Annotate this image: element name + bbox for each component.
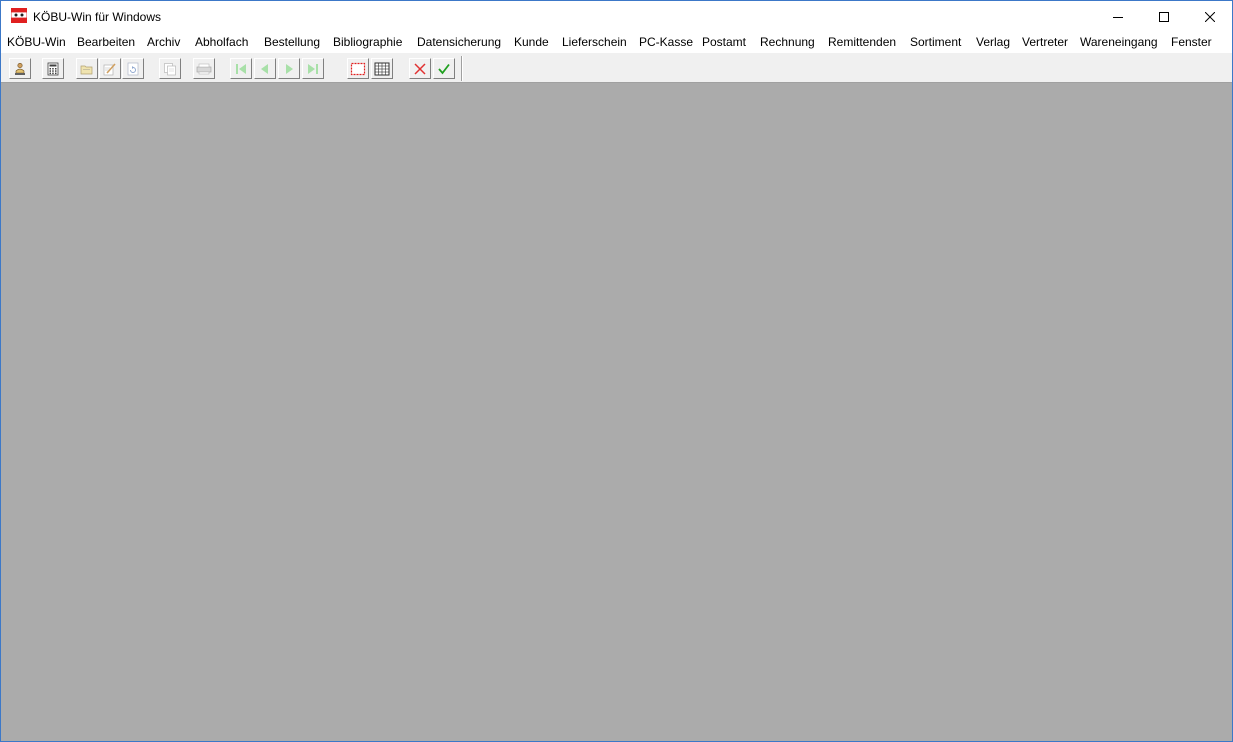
- cancel-icon: [414, 62, 426, 75]
- open-folder-icon: [80, 65, 93, 74]
- select-frame-button[interactable]: [347, 58, 369, 79]
- grid-icon: [374, 62, 390, 75]
- maximize-button[interactable]: [1141, 1, 1187, 32]
- confirm-icon: [438, 63, 450, 74]
- app-window: KÖBU-Win für Windows KÖBU-Win Bearbeiten…: [0, 0, 1233, 742]
- menu-lieferschein[interactable]: Lieferschein: [562, 34, 627, 50]
- window-title: KÖBU-Win für Windows: [33, 10, 162, 24]
- menu-pc-kasse[interactable]: PC-Kasse: [639, 34, 693, 50]
- menu-rechnung[interactable]: Rechnung: [760, 34, 815, 50]
- refresh-button[interactable]: [122, 58, 144, 79]
- print-button[interactable]: [193, 58, 215, 79]
- grid-button[interactable]: [371, 58, 393, 79]
- copy-button[interactable]: [159, 58, 181, 79]
- user-icon: [15, 62, 25, 75]
- user-button[interactable]: [9, 58, 31, 79]
- copy-icon: [164, 62, 176, 75]
- close-icon: [1205, 11, 1215, 22]
- calculator-icon: [47, 62, 59, 75]
- title-bar[interactable]: KÖBU-Win für Windows: [1, 1, 1232, 32]
- first-record-button[interactable]: [230, 58, 252, 79]
- menu-bearbeiten[interactable]: Bearbeiten: [77, 34, 135, 50]
- menu-bibliographie[interactable]: Bibliographie: [333, 34, 402, 50]
- menu-abholfach[interactable]: Abholfach: [195, 34, 248, 50]
- menu-datensicherung[interactable]: Datensicherung: [417, 34, 501, 50]
- edit-button[interactable]: [99, 58, 121, 79]
- menu-vertreter[interactable]: Vertreter: [1022, 34, 1068, 50]
- menu-remittenden[interactable]: Remittenden: [828, 34, 896, 50]
- minimize-button[interactable]: [1095, 1, 1141, 32]
- menu-postamt[interactable]: Postamt: [702, 34, 746, 50]
- app-logo-icon[interactable]: [10, 8, 28, 23]
- menu-fenster[interactable]: Fenster: [1171, 34, 1212, 50]
- first-record-icon: [236, 63, 246, 74]
- open-button[interactable]: [76, 58, 98, 79]
- select-frame-icon: [350, 62, 366, 75]
- calculator-button[interactable]: [42, 58, 64, 79]
- maximize-icon: [1159, 11, 1169, 22]
- last-record-icon: [308, 63, 318, 74]
- menu-wareneingang[interactable]: Wareneingang: [1080, 34, 1158, 50]
- last-record-button[interactable]: [302, 58, 324, 79]
- menu-bar: KÖBU-Win Bearbeiten Archiv Abholfach Bes…: [1, 32, 1232, 52]
- menu-archiv[interactable]: Archiv: [147, 34, 180, 50]
- minimize-icon: [1113, 16, 1123, 18]
- confirm-button[interactable]: [433, 58, 455, 79]
- previous-record-button[interactable]: [254, 58, 276, 79]
- menu-kunde[interactable]: Kunde: [514, 34, 549, 50]
- menu-koebu-win[interactable]: KÖBU-Win: [7, 34, 66, 50]
- previous-record-icon: [261, 63, 268, 74]
- toolbar: [1, 52, 1232, 83]
- menu-verlag[interactable]: Verlag: [976, 34, 1010, 50]
- menu-bestellung[interactable]: Bestellung: [264, 34, 320, 50]
- next-record-icon: [286, 63, 293, 74]
- mdi-client-area[interactable]: [1, 83, 1232, 741]
- menu-sortiment[interactable]: Sortiment: [910, 34, 961, 50]
- toolbar-separator: [461, 56, 463, 81]
- next-record-button[interactable]: [278, 58, 300, 79]
- refresh-icon: [127, 62, 139, 75]
- edit-icon: [103, 62, 116, 75]
- cancel-button[interactable]: [409, 58, 431, 79]
- close-button[interactable]: [1187, 1, 1232, 32]
- print-icon: [196, 63, 212, 74]
